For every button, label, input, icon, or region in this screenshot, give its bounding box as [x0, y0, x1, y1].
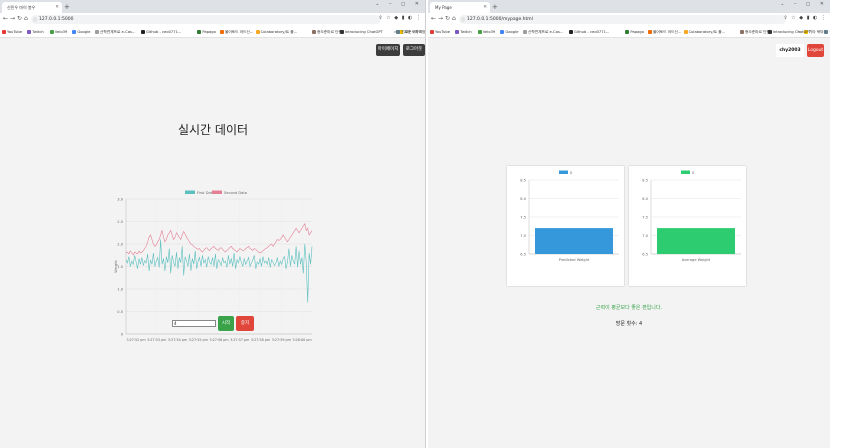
x-tick-label: 3:27:55 pm [189, 338, 208, 342]
predicted-weight-card: 0 6.5 7.0 7.5 8.0 8.5 Predicted Weight [507, 166, 624, 286]
visit-count: 방문 횟수: 4 [615, 321, 643, 327]
bookmark-favicon-icon [683, 29, 688, 34]
forward-icon[interactable]: → [438, 15, 443, 22]
bar [657, 228, 735, 254]
bookmark-favicon-icon [523, 29, 527, 34]
bookmark-favicon-icon [648, 29, 652, 34]
y-tick-label: 8.0 [642, 197, 648, 201]
bookmarks-more-icon[interactable]: » [798, 27, 800, 37]
bookmark-favicon-icon [824, 29, 829, 34]
x-tick-label: 3:27:53 pm [147, 338, 166, 342]
y-tick-label: 7.5 [520, 215, 526, 219]
url-text-right: 127.0.0.1:5000/mypage.html [467, 17, 533, 22]
average-weight-card: 0 6.5 7.0 7.5 8.0 8.5 Average Weight [629, 166, 746, 286]
bookmark-favicon-icon [477, 29, 482, 34]
bookmark-item[interactable]: Papago [625, 27, 644, 37]
y-tick-label: 2.0 [117, 242, 123, 246]
bookmark-item[interactable]: Twitch [455, 27, 472, 37]
x-tick-label: 3:28:00 pm [292, 338, 311, 342]
legend-swatch [559, 170, 568, 174]
y-tick-label: 1.5 [117, 265, 123, 269]
screen-edge [830, 0, 841, 448]
bookmark-favicon-icon [430, 29, 434, 34]
x-tick-label: 3:27:59 pm [272, 338, 291, 342]
y-tick-label: 7.0 [520, 234, 526, 238]
new-tab-icon[interactable]: + [492, 2, 498, 12]
address-bar-right[interactable]: ⓘ 127.0.0.1:5000/mypage.html [459, 15, 786, 24]
bookmark-favicon-icon [740, 29, 744, 34]
extension-icons[interactable]: ⇪ ☆ ◆ ▮ ◐ ⋮ [783, 15, 827, 21]
y-tick-label: 7.5 [642, 215, 648, 219]
predicted-weight-chart: 0 6.5 7.0 7.5 8.0 8.5 Predicted Weight [520, 170, 619, 262]
left-browser-window: 신민우 마이 봉우 ✕ + ⌄ – ◻ ✕ ← → ↻ ⌂ ⓘ 127.0.0.1:… [0, 0, 426, 448]
y-axis-label: Weight [114, 260, 118, 273]
line-chart: First Data Second Data 0 0.5 1.0 1.5 2.0 2.5 3.0… [114, 190, 313, 342]
y-tick-label: 8.5 [642, 178, 648, 182]
reload-icon[interactable]: ↻ [445, 15, 450, 22]
tab-title-right: My Page [435, 5, 452, 10]
comparison-message: 근력이 평균보다 좋은 편입니다. [595, 305, 663, 311]
x-tick-label: 3:27:57 pm [230, 338, 249, 342]
legend-swatch [185, 190, 195, 194]
bookmark-item[interactable]: Introducing ChatGPT [767, 27, 811, 37]
bookmark-favicon-icon [569, 29, 573, 34]
logout-button[interactable]: Logout [807, 44, 824, 57]
window-controls-icon[interactable]: ⌄ – ◻ ✕ [780, 1, 828, 7]
tab-strip-right: My Page ✕ + ⌄ – ◻ ✕ [428, 0, 830, 13]
y-tick-label: 0 [121, 332, 124, 336]
browser-tab-right[interactable]: My Page ✕ [430, 2, 490, 13]
start-button[interactable]: 시작 [218, 316, 234, 331]
bookmark-item[interactable]: Github - ceo0771... [569, 27, 609, 37]
bookmark-favicon-icon [625, 29, 630, 34]
y-tick-label: 6.5 [642, 252, 648, 256]
y-tick-label: 8.0 [520, 197, 526, 201]
y-tick-label: 0.5 [117, 310, 123, 314]
browser-toolbar-right: ← → ↻ ⌂ ⓘ 127.0.0.1:5000/mypage.html ⇪ ☆ … [428, 13, 830, 27]
bookmark-item[interactable]: Colaboratory/트 폴... [683, 27, 725, 37]
legend-label: 0 [692, 171, 695, 175]
username-label: chy2003 [776, 44, 804, 57]
y-tick-label: 8.5 [520, 178, 526, 182]
average-weight-chart: 0 6.5 7.0 7.5 8.0 8.5 Average Weight [642, 170, 741, 262]
y-tick-label: 1.0 [117, 287, 123, 291]
x-category-label: Average Weight [682, 258, 711, 262]
count-input[interactable]: 4 [172, 320, 216, 327]
bookmarks-bar-right: 기타 북마크 YouTube Twitch Velo39 Google 산학연계프로 e… [428, 27, 830, 38]
y-tick-label: 3.0 [117, 197, 123, 201]
legend-swatch [212, 190, 222, 194]
y-tick-label: 6.5 [520, 252, 526, 256]
x-tick-label: 3:27:54 pm [168, 338, 187, 342]
bar [535, 228, 613, 254]
x-category-label: Predicted Weight [559, 258, 590, 262]
info-icon[interactable]: ⓘ [461, 15, 465, 24]
x-tick-label: 3:27:56 pm [209, 338, 228, 342]
legend-label: Second Data [224, 191, 247, 195]
bookmark-item[interactable]: 불어토드 어드신... [648, 27, 681, 37]
bookmark-favicon-icon [767, 29, 772, 34]
y-tick-label: 7.0 [642, 234, 648, 238]
back-icon[interactable]: ← [431, 15, 436, 22]
bookmark-item[interactable]: YouTube [430, 27, 450, 37]
bookmark-item[interactable]: 산학연계프로 e-Cas... [523, 27, 563, 37]
x-tick-label: 3:27:58 pm [251, 338, 270, 342]
stop-button[interactable]: 중지 [236, 316, 254, 331]
legend-label: First Data [197, 191, 214, 195]
home-icon[interactable]: ⌂ [452, 15, 456, 22]
bookmark-item[interactable]: 증오준마르 단원 [740, 27, 770, 37]
close-tab-icon[interactable]: ✕ [483, 2, 487, 13]
legend-label: 0 [570, 171, 573, 175]
bookmark-item[interactable]: Google [500, 27, 518, 37]
legend-swatch [681, 170, 690, 174]
bookmark-favicon-icon [455, 29, 460, 34]
bookmark-favicon-icon [500, 29, 505, 34]
x-tick-label: 3:27:52 pm [126, 338, 145, 342]
bookmark-item[interactable]: Velo39 [477, 27, 495, 37]
y-tick-label: 2.5 [117, 220, 123, 224]
